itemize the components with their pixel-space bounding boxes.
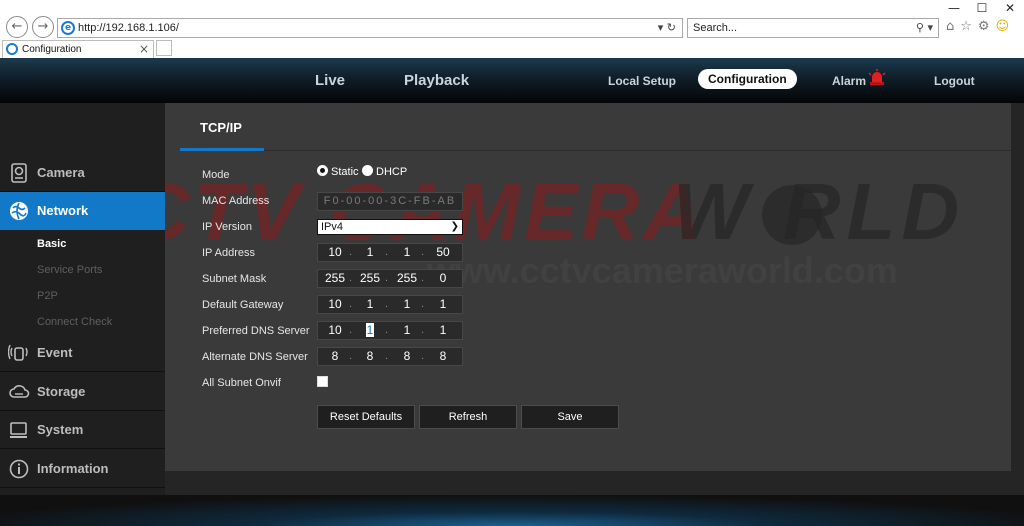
sidebar: Camera Network Basic Service Ports P2P C… [0,103,173,526]
browser-tab[interactable]: Configuration × [2,40,154,58]
reset-defaults-button[interactable]: Reset Defaults [317,405,415,429]
mode-dhcp-radio[interactable] [362,165,373,176]
sidebar-subitem-basic[interactable]: Basic [37,238,66,250]
subnet-mask-label: Subnet Mask [202,273,267,285]
sidebar-label-event: Event [37,345,73,360]
pref-dns-octet-2[interactable]: 1 [357,322,383,339]
mode-static-radio[interactable] [317,165,328,176]
ip-octet-2[interactable]: 1 [357,244,383,261]
preferred-dns-label: Preferred DNS Server [202,325,310,337]
mac-address-field: F0-00-00-3C-FB-AB [317,192,463,211]
sidebar-label-storage: Storage [37,384,86,399]
all-subnet-onvif-checkbox[interactable] [317,376,328,387]
alternate-dns-label: Alternate DNS Server [202,351,308,363]
page: — ☐ ✕ ← → e http://192.168.1.106/ ▾ ↻ Se… [0,0,1024,526]
mode-label: Mode [202,169,230,181]
gateway-octet-1[interactable]: 10 [322,296,348,313]
pref-dns-octet-4[interactable]: 1 [430,322,456,339]
url-text: http://192.168.1.106/ [78,22,179,34]
sidebar-subitem-connect-check[interactable]: Connect Check [37,316,112,328]
camera-icon [11,163,27,183]
sidebar-item-camera[interactable]: Camera [0,154,165,192]
default-gateway-field[interactable]: 10 . 1 . 1 . 1 [317,295,463,314]
ip-address-label: IP Address [202,247,255,259]
default-gateway-label: Default Gateway [202,299,284,311]
sidebar-label-camera: Camera [37,165,85,180]
ip-octet-1[interactable]: 10 [322,244,348,261]
subnet-octet-2[interactable]: 255 [357,270,383,287]
alt-dns-octet-1[interactable]: 8 [322,348,348,365]
ip-octet-4[interactable]: 50 [430,244,456,261]
mac-address-label: MAC Address [202,195,270,207]
sidebar-subitem-service-ports[interactable]: Service Ports [37,264,102,276]
info-icon [9,459,29,479]
sidebar-item-network[interactable]: Network [0,192,173,230]
gateway-octet-4[interactable]: 1 [430,296,456,313]
subnet-octet-3[interactable]: 255 [394,270,420,287]
sidebar-item-event[interactable]: Event [0,334,165,372]
sidebar-label-information: Information [37,461,109,476]
ip-version-select[interactable]: IPv4 ❯ [317,219,463,235]
back-arrow-icon[interactable]: ← [6,16,28,38]
subnet-octet-1[interactable]: 255 [322,270,348,287]
alt-dns-octet-4[interactable]: 8 [430,348,456,365]
network-globe-icon [10,202,28,220]
tab-ie-icon [6,43,18,55]
alternate-dns-field[interactable]: 8 . 8 . 8 . 8 [317,347,463,366]
subnet-mask-field[interactable]: 255 . 255 . 255 . 0 [317,269,463,288]
ip-version-value: IPv4 [321,221,344,233]
alt-dns-octet-3[interactable]: 8 [394,348,420,365]
chevron-down-icon: ❯ [450,221,459,232]
sidebar-subitem-p2p[interactable]: P2P [37,290,58,302]
ie-logo-icon: e [61,21,75,35]
gateway-octet-2[interactable]: 1 [357,296,383,313]
pref-dns-octet-2-selected: 1 [365,323,375,337]
preferred-dns-field[interactable]: 10 . 1 . 1 . 1 [317,321,463,340]
tab-title: Configuration [22,44,82,55]
gateway-octet-3[interactable]: 1 [394,296,420,313]
sidebar-label-network: Network [37,203,89,218]
refresh-button[interactable]: Refresh [419,405,517,429]
forward-arrow-icon[interactable]: → [32,16,54,38]
event-signal-icon [8,344,28,361]
pref-dns-octet-3[interactable]: 1 [394,322,420,339]
mode-dhcp-label: DHCP [376,166,408,178]
subnet-octet-4[interactable]: 0 [430,270,456,287]
system-monitor-icon [10,422,27,438]
storage-cloud-icon [9,385,30,398]
ip-version-label: IP Version [202,221,252,233]
all-subnet-onvif-label: All Subnet Onvif [202,377,281,389]
sidebar-item-system[interactable]: System [0,411,165,449]
alt-dns-octet-2[interactable]: 8 [357,348,383,365]
tab-close-icon[interactable]: × [139,42,149,56]
save-button[interactable]: Save [521,405,619,429]
pref-dns-octet-1[interactable]: 10 [322,322,348,339]
tcpip-form: Mode Static DHCP MAC Address F0-00-00-3C… [165,0,1011,526]
sidebar-item-information[interactable]: Information [0,450,165,488]
ip-address-field[interactable]: 10 . 1 . 1 . 50 [317,243,463,262]
ip-octet-3[interactable]: 1 [394,244,420,261]
sidebar-label-system: System [37,422,84,437]
sidebar-item-storage[interactable]: Storage [0,373,165,411]
mode-static-label: Static [331,166,359,178]
